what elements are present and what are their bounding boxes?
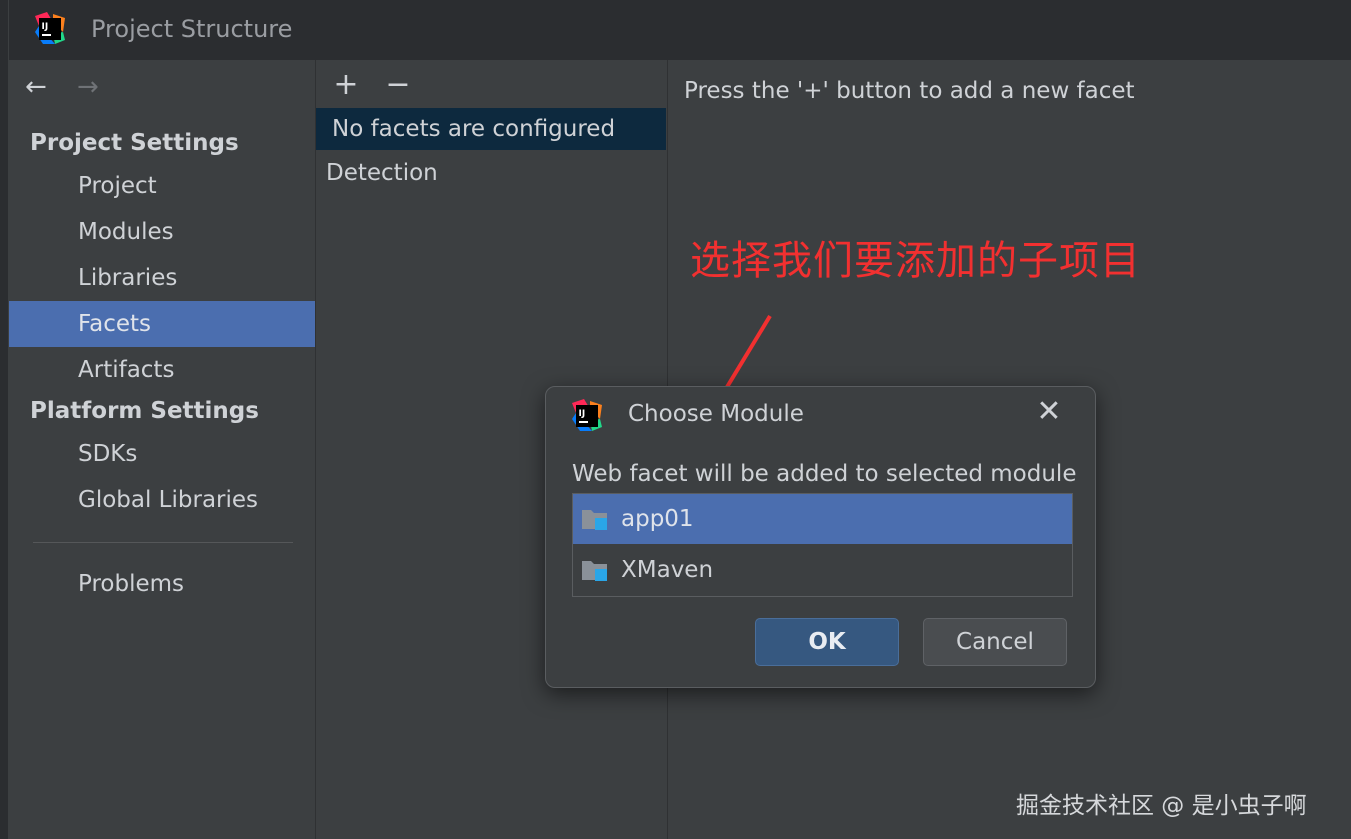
ok-button[interactable]: OK	[755, 618, 899, 666]
module-folder-icon	[582, 561, 607, 581]
sidebar-item-project[interactable]: Project	[9, 163, 315, 209]
arrow-right-icon[interactable]: →	[77, 74, 99, 100]
settings-sidebar: ← → Project Settings Project Modules Lib…	[9, 60, 315, 839]
detection-item[interactable]: Detection	[316, 152, 666, 194]
add-facet-button[interactable]: +	[332, 68, 360, 102]
watermark: 掘金技术社区 @ 是小虫子啊	[1016, 793, 1307, 819]
close-icon[interactable]: ✕	[1034, 397, 1064, 427]
sidebar-item-facets[interactable]: Facets	[9, 301, 315, 347]
title-bar: IJ Project Structure	[9, 0, 1351, 60]
sidebar-item-artifacts[interactable]: Artifacts	[9, 347, 315, 393]
intellij-idea-icon: IJ	[35, 12, 65, 44]
platform-settings-heading: Platform Settings	[30, 398, 259, 424]
remove-facet-button[interactable]: −	[384, 68, 412, 102]
module-label: app01	[621, 506, 694, 532]
add-facet-hint: Press the '+' button to add a new facet	[684, 78, 1135, 104]
window-title: Project Structure	[91, 15, 293, 43]
sidebar-divider	[33, 542, 293, 543]
svg-text:IJ: IJ	[579, 409, 586, 419]
module-item-xmaven[interactable]: XMaven	[573, 545, 1072, 595]
sidebar-item-sdks[interactable]: SDKs	[9, 431, 315, 477]
module-folder-icon	[582, 510, 607, 530]
backdrop-strip	[0, 0, 8, 839]
sidebar-item-global-libraries[interactable]: Global Libraries	[9, 477, 315, 523]
project-settings-heading: Project Settings	[30, 130, 239, 156]
dialog-description: Web facet will be added to selected modu…	[572, 461, 1077, 487]
dialog-title: Choose Module	[628, 401, 804, 427]
svg-text:IJ: IJ	[42, 22, 49, 32]
sidebar-item-problems[interactable]: Problems	[9, 561, 315, 607]
module-item-app01[interactable]: app01	[573, 494, 1072, 544]
choose-module-dialog: IJ Choose Module ✕ Web facet will be add…	[545, 386, 1096, 688]
sidebar-item-libraries[interactable]: Libraries	[9, 255, 315, 301]
intellij-idea-icon: IJ	[572, 399, 602, 431]
sidebar-item-modules[interactable]: Modules	[9, 209, 315, 255]
module-list: app01 XMaven	[572, 493, 1073, 597]
annotation-text: 选择我们要添加的子项目	[690, 238, 1141, 284]
module-label: XMaven	[621, 557, 714, 583]
cancel-button[interactable]: Cancel	[923, 618, 1067, 666]
arrow-left-icon[interactable]: ←	[25, 74, 47, 100]
no-facets-message[interactable]: No facets are configured	[316, 108, 666, 150]
